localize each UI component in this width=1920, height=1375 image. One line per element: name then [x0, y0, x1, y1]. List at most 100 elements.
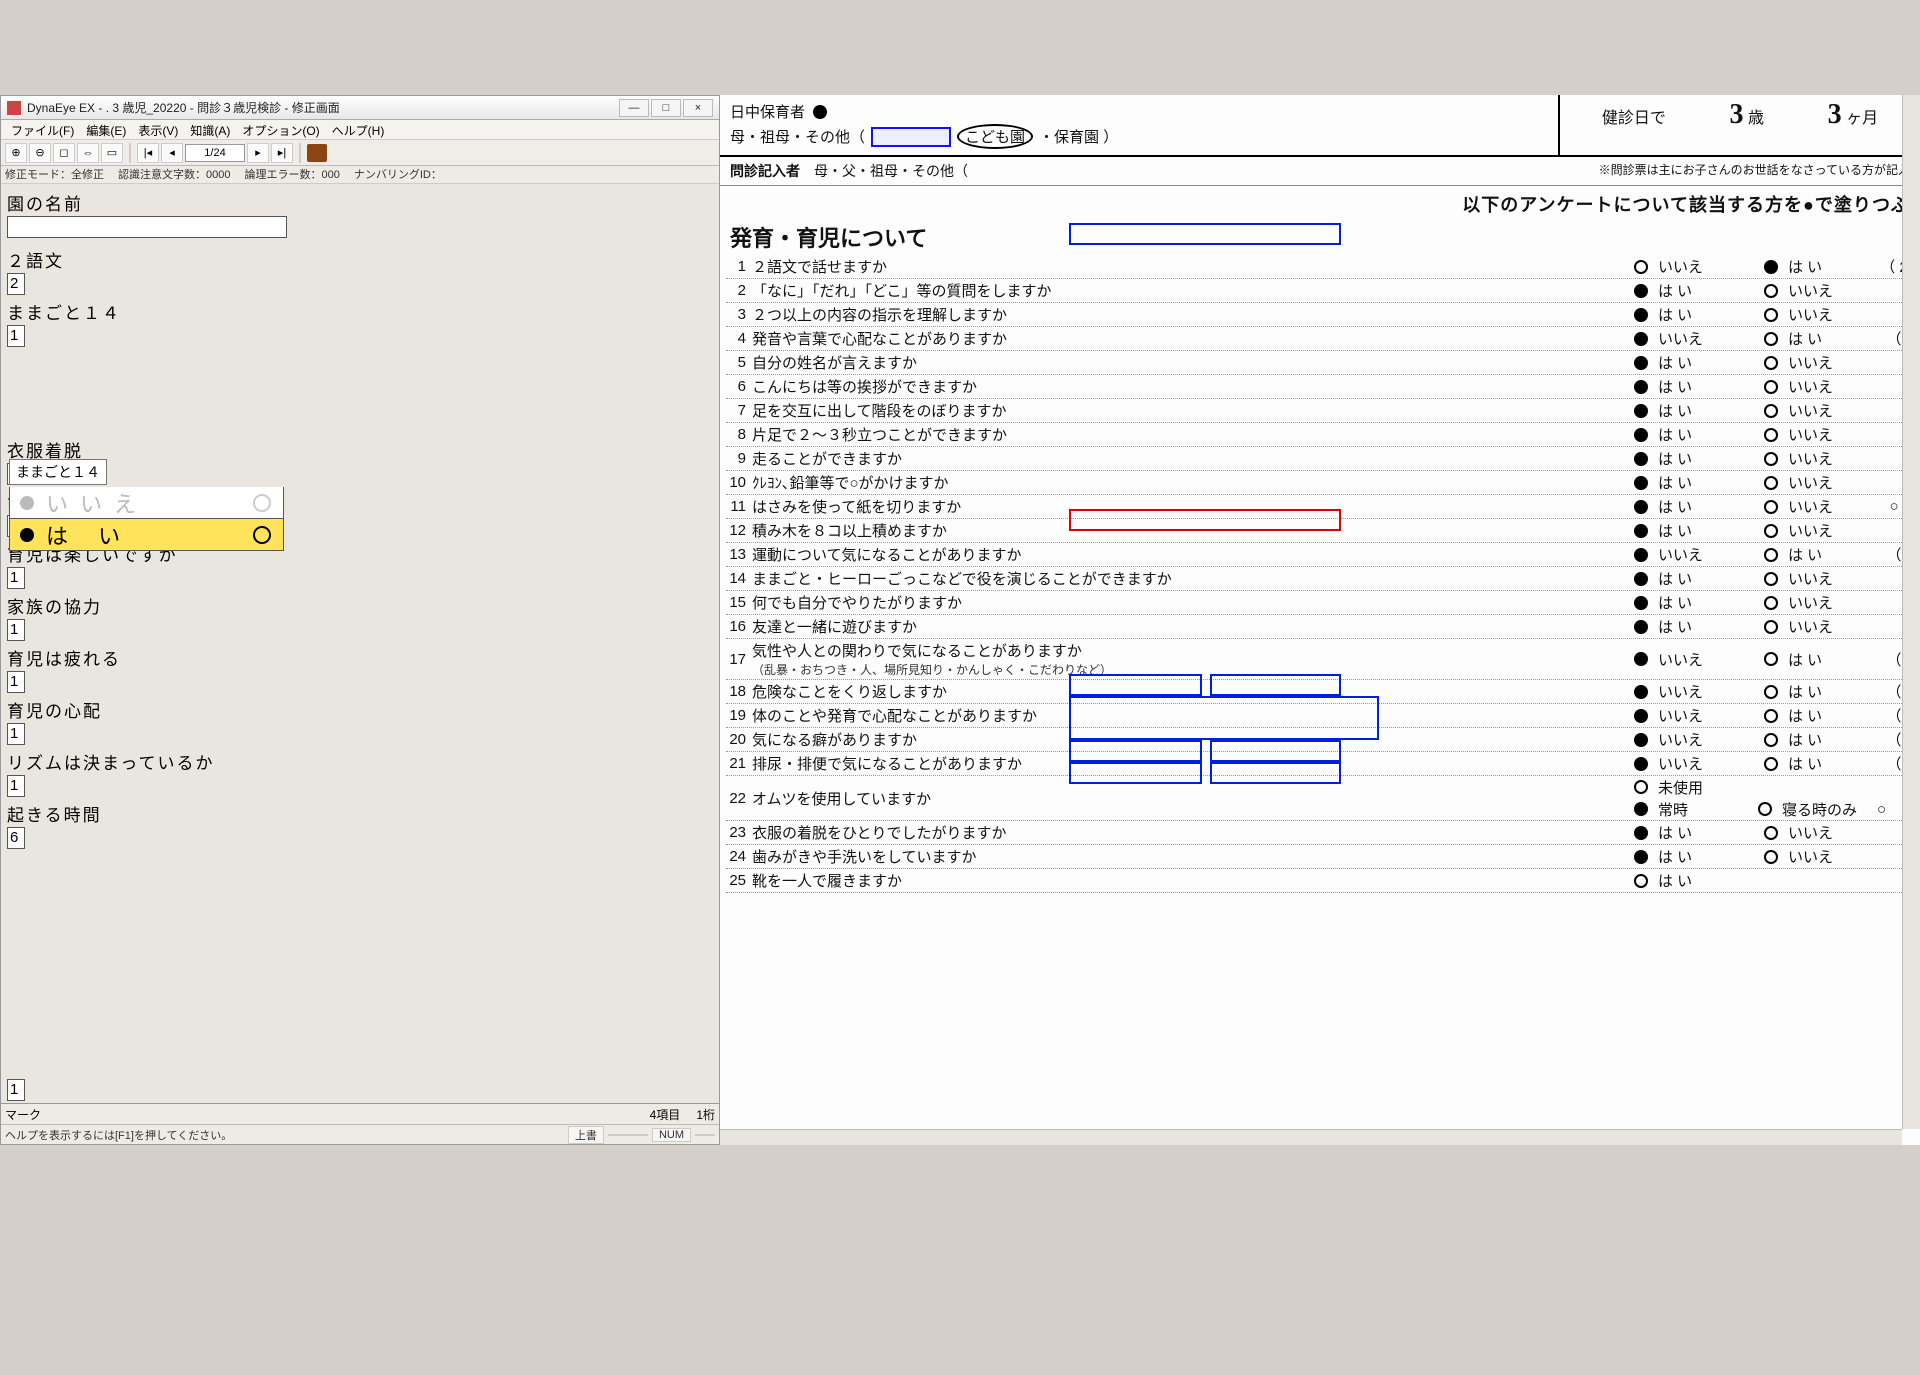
question-number: 1: [726, 258, 752, 275]
field-input[interactable]: 1: [7, 671, 25, 693]
zoom-region-icon[interactable]: ▭: [101, 143, 123, 163]
book-icon[interactable]: [307, 144, 327, 162]
question-text: 運動について気になることがありますか: [752, 543, 1634, 566]
error-count: 論理エラー数：000: [244, 166, 339, 183]
answer-1: は い: [1634, 616, 1764, 637]
menu-options[interactable]: オプション(O): [236, 120, 325, 139]
zoom-in-icon[interactable]: ⊕: [5, 143, 27, 163]
question-row: 9走ることができますかは いいいえ: [726, 447, 1914, 471]
answer-2: は い: [1764, 649, 1874, 670]
answer-1: いいえ: [1634, 256, 1764, 277]
first-page-icon[interactable]: |◂: [137, 143, 159, 163]
menu-view[interactable]: 表示(V): [132, 120, 184, 139]
col-count: 1桁: [696, 1106, 715, 1123]
answer-1: は い: [1634, 496, 1764, 517]
entry-label: 問診記入者: [730, 161, 800, 181]
field-input[interactable]: 6: [7, 827, 25, 849]
question-number: 23: [726, 824, 752, 841]
bullet-icon: [813, 105, 827, 119]
next-page-icon[interactable]: ▸: [247, 143, 269, 163]
answer-2: は い: [1764, 729, 1874, 750]
question-number: 14: [726, 570, 752, 587]
menu-edit[interactable]: 編集(E): [80, 120, 132, 139]
field-input[interactable]: 1: [7, 775, 25, 797]
field-label: 起きる時間: [7, 801, 713, 826]
question-number: 11: [726, 498, 752, 515]
menu-knowledge[interactable]: 知識(A): [184, 120, 236, 139]
question-row: 7足を交互に出して階段をのぼりますかは いいいえ: [726, 399, 1914, 423]
question-text: 積み木を８コ以上積めますか: [752, 519, 1634, 542]
zoom-fith-icon[interactable]: ⇔: [77, 143, 99, 163]
field-input[interactable]: [7, 216, 287, 238]
zoom-fit-icon[interactable]: ◻: [53, 143, 75, 163]
answer-2: いいえ: [1764, 472, 1874, 493]
toolbar: ⊕ ⊖ ◻ ⇔ ▭ |◂ ◂ ▸ ▸|: [1, 140, 719, 166]
answer-1: いいえ: [1634, 681, 1764, 702]
answer-2: いいえ: [1764, 616, 1874, 637]
oval-kodomoen: こども園: [957, 124, 1033, 149]
page-indicator[interactable]: [185, 144, 245, 162]
menu-file[interactable]: ファイル(F): [5, 120, 80, 139]
answer-2: は い: [1764, 753, 1874, 774]
close-button[interactable]: ×: [683, 99, 713, 117]
question-row: 17気性や人との関わりで気になることがありますか（乱暴・おちつき・人、場所見知り…: [726, 639, 1914, 680]
answer-1: いいえ: [1634, 328, 1764, 349]
prev-page-icon[interactable]: ◂: [161, 143, 183, 163]
question-row: 8片足で２～３秒立つことができますかは いいいえ: [726, 423, 1914, 447]
field-input[interactable]: 1: [7, 723, 25, 745]
question-number: 22: [726, 790, 752, 807]
field-input[interactable]: 2: [7, 273, 25, 295]
app-icon: [7, 101, 21, 115]
zoom-out-icon[interactable]: ⊖: [29, 143, 51, 163]
big-result-box[interactable]: 1: [7, 1079, 25, 1101]
field-area: 園の名前２語文2ままごと１４1衣服着脱1歯磨き手洗い２４1育児は楽しいですか1家…: [1, 184, 719, 1076]
question-text: 気になる癖がありますか: [752, 728, 1634, 751]
question-text: 発音や言葉で心配なことがありますか: [752, 327, 1634, 350]
answer-1: は い: [1634, 280, 1764, 301]
answer-1: いいえ: [1634, 544, 1764, 565]
minimize-button[interactable]: —: [619, 99, 649, 117]
field-input[interactable]: 1: [7, 567, 25, 589]
status-insert: 上書: [568, 1126, 604, 1144]
question-text: 友達と一緒に遊びますか: [752, 615, 1634, 638]
answer-2: は い: [1764, 256, 1874, 277]
answer-2: いいえ: [1764, 424, 1874, 445]
question-row: 15何でも自分でやりたがりますかは いいいえ: [726, 591, 1914, 615]
question-text: 排尿・排便で気になることがありますか: [752, 752, 1634, 775]
question-row: 4発音や言葉で心配なことがありますかいいえは い（: [726, 327, 1914, 351]
answer-1: は い: [1634, 870, 1764, 891]
field-input[interactable]: 1: [7, 619, 25, 641]
question-text: 自分の姓名が言えますか: [752, 351, 1634, 374]
question-row: 12積み木を８コ以上積めますかは いいいえ: [726, 519, 1914, 543]
menu-help[interactable]: ヘルプ(H): [326, 120, 391, 139]
dropdown-option-yes[interactable]: は い: [9, 519, 284, 551]
field-input[interactable]: 1: [7, 325, 25, 347]
entry-note: ※問診票は主にお子さんのお世話をなさっている方が記入: [1599, 161, 1910, 181]
answer-2: いいえ: [1764, 496, 1874, 517]
question-row: 16友達と一緒に遊びますかは いいいえ: [726, 615, 1914, 639]
question-row: 1２語文で話せますかいいえは い（ 2: [726, 255, 1914, 279]
question-number: 3: [726, 306, 752, 323]
question-number: 21: [726, 755, 752, 772]
question-row: 18危険なことをくり返しますかいいえは い（: [726, 680, 1914, 704]
last-page-icon[interactable]: ▸|: [271, 143, 293, 163]
answer-2: いいえ: [1764, 376, 1874, 397]
question-number: 10: [726, 474, 752, 491]
field-label: 園の名前: [7, 190, 713, 215]
answer-2: いいえ: [1764, 280, 1874, 301]
answer-2: いいえ: [1764, 822, 1874, 843]
answer-1: いいえ: [1634, 729, 1764, 750]
question-text: ２語文で話せますか: [752, 255, 1634, 278]
question-row: 2「なに」「だれ」「どこ」等の質問をしますかは いいいえ: [726, 279, 1914, 303]
question-text: こんにちは等の挨拶ができますか: [752, 375, 1634, 398]
vertical-scrollbar[interactable]: [1902, 95, 1920, 1129]
horizontal-scrollbar[interactable]: [720, 1129, 1902, 1145]
maximize-button[interactable]: □: [651, 99, 681, 117]
scanned-form: 日中保育者 母・祖母・その他（ こども園 ・保育園 ） 健診日で 3 歳 3 ヶ…: [720, 95, 1920, 1145]
answer-2: いいえ: [1764, 592, 1874, 613]
question-number: 16: [726, 618, 752, 635]
mark-label: マーク: [5, 1106, 650, 1123]
dropdown-option-no[interactable]: いいえ: [9, 487, 284, 519]
question-text: 何でも自分でやりたがりますか: [752, 591, 1634, 614]
correction-mode: 修正モード：全修正: [5, 166, 104, 183]
